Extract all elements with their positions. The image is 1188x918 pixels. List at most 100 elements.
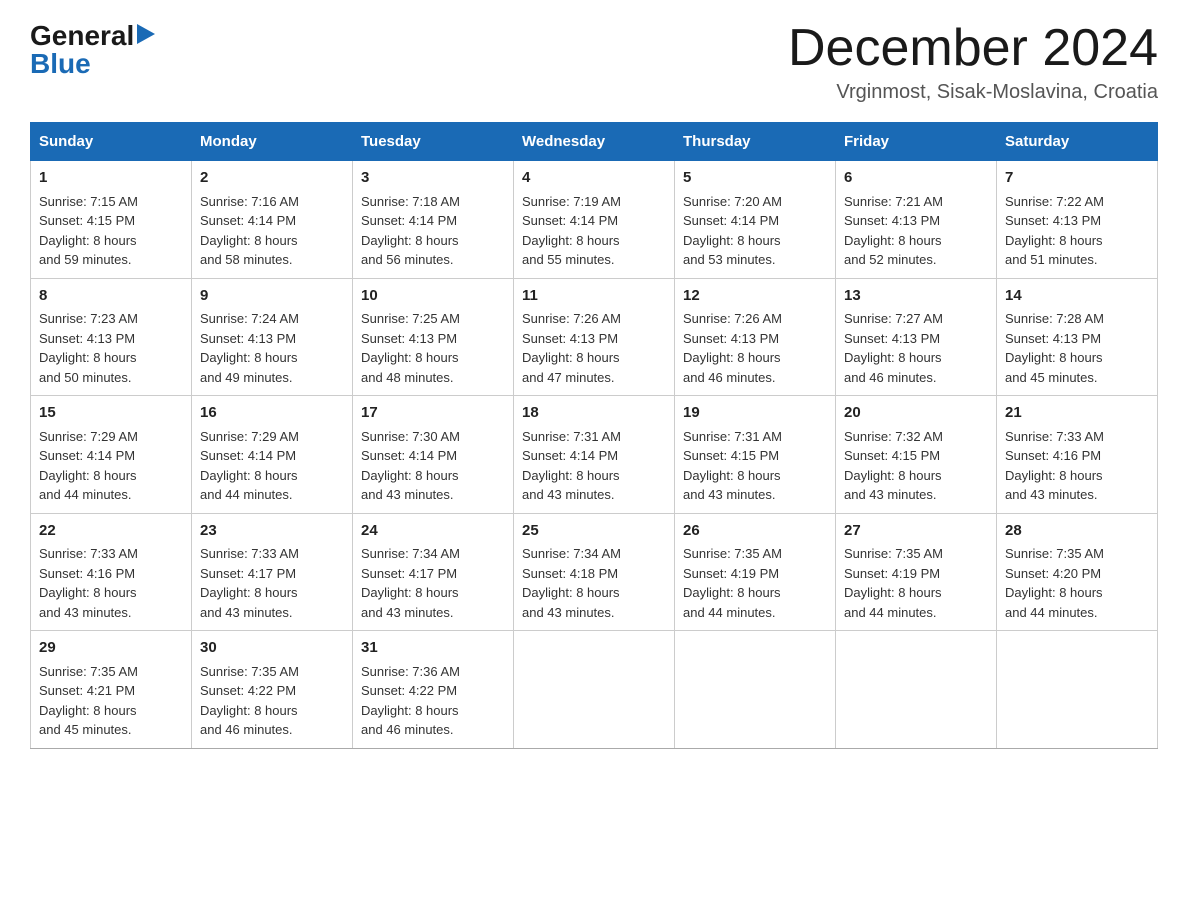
day-number: 30: [200, 637, 344, 660]
day-number: 7: [1005, 167, 1149, 190]
month-title: December 2024: [788, 20, 1158, 77]
day-info: Sunrise: 7:34 AMSunset: 4:17 PMDaylight:…: [361, 544, 505, 622]
day-info: Sunrise: 7:29 AMSunset: 4:14 PMDaylight:…: [200, 427, 344, 505]
logo: General Blue: [30, 20, 155, 80]
logo-blue-text: Blue: [30, 48, 91, 80]
day-number: 1: [39, 167, 183, 190]
day-cell: 14 Sunrise: 7:28 AMSunset: 4:13 PMDaylig…: [997, 278, 1158, 396]
day-info: Sunrise: 7:35 AMSunset: 4:20 PMDaylight:…: [1005, 544, 1149, 622]
day-cell: 17 Sunrise: 7:30 AMSunset: 4:14 PMDaylig…: [353, 396, 514, 514]
day-info: Sunrise: 7:35 AMSunset: 4:19 PMDaylight:…: [683, 544, 827, 622]
day-info: Sunrise: 7:25 AMSunset: 4:13 PMDaylight:…: [361, 309, 505, 387]
day-info: Sunrise: 7:21 AMSunset: 4:13 PMDaylight:…: [844, 192, 988, 270]
week-row-4: 22 Sunrise: 7:33 AMSunset: 4:16 PMDaylig…: [31, 513, 1158, 631]
day-cell: 30 Sunrise: 7:35 AMSunset: 4:22 PMDaylig…: [192, 631, 353, 749]
day-number: 15: [39, 402, 183, 425]
day-cell: 26 Sunrise: 7:35 AMSunset: 4:19 PMDaylig…: [675, 513, 836, 631]
day-cell: 19 Sunrise: 7:31 AMSunset: 4:15 PMDaylig…: [675, 396, 836, 514]
week-row-3: 15 Sunrise: 7:29 AMSunset: 4:14 PMDaylig…: [31, 396, 1158, 514]
day-number: 12: [683, 285, 827, 308]
day-cell: 25 Sunrise: 7:34 AMSunset: 4:18 PMDaylig…: [514, 513, 675, 631]
day-cell: [514, 631, 675, 749]
day-cell: 6 Sunrise: 7:21 AMSunset: 4:13 PMDayligh…: [836, 161, 997, 279]
column-header-friday: Friday: [836, 123, 997, 161]
week-row-2: 8 Sunrise: 7:23 AMSunset: 4:13 PMDayligh…: [31, 278, 1158, 396]
day-info: Sunrise: 7:16 AMSunset: 4:14 PMDaylight:…: [200, 192, 344, 270]
day-cell: 11 Sunrise: 7:26 AMSunset: 4:13 PMDaylig…: [514, 278, 675, 396]
day-cell: 16 Sunrise: 7:29 AMSunset: 4:14 PMDaylig…: [192, 396, 353, 514]
day-number: 24: [361, 520, 505, 543]
day-cell: 18 Sunrise: 7:31 AMSunset: 4:14 PMDaylig…: [514, 396, 675, 514]
day-info: Sunrise: 7:22 AMSunset: 4:13 PMDaylight:…: [1005, 192, 1149, 270]
day-cell: [836, 631, 997, 749]
day-cell: 2 Sunrise: 7:16 AMSunset: 4:14 PMDayligh…: [192, 161, 353, 279]
day-info: Sunrise: 7:31 AMSunset: 4:15 PMDaylight:…: [683, 427, 827, 505]
day-number: 14: [1005, 285, 1149, 308]
day-info: Sunrise: 7:24 AMSunset: 4:13 PMDaylight:…: [200, 309, 344, 387]
day-number: 3: [361, 167, 505, 190]
day-number: 10: [361, 285, 505, 308]
column-header-sunday: Sunday: [31, 123, 192, 161]
day-info: Sunrise: 7:26 AMSunset: 4:13 PMDaylight:…: [522, 309, 666, 387]
day-number: 4: [522, 167, 666, 190]
day-number: 13: [844, 285, 988, 308]
day-number: 31: [361, 637, 505, 660]
day-cell: 4 Sunrise: 7:19 AMSunset: 4:14 PMDayligh…: [514, 161, 675, 279]
day-cell: 31 Sunrise: 7:36 AMSunset: 4:22 PMDaylig…: [353, 631, 514, 749]
calendar-header-row: SundayMondayTuesdayWednesdayThursdayFrid…: [31, 123, 1158, 161]
day-info: Sunrise: 7:18 AMSunset: 4:14 PMDaylight:…: [361, 192, 505, 270]
logo-triangle-icon: [137, 24, 155, 49]
column-header-wednesday: Wednesday: [514, 123, 675, 161]
day-number: 9: [200, 285, 344, 308]
day-cell: 29 Sunrise: 7:35 AMSunset: 4:21 PMDaylig…: [31, 631, 192, 749]
day-info: Sunrise: 7:15 AMSunset: 4:15 PMDaylight:…: [39, 192, 183, 270]
day-cell: 20 Sunrise: 7:32 AMSunset: 4:15 PMDaylig…: [836, 396, 997, 514]
day-info: Sunrise: 7:33 AMSunset: 4:17 PMDaylight:…: [200, 544, 344, 622]
day-number: 18: [522, 402, 666, 425]
day-cell: 13 Sunrise: 7:27 AMSunset: 4:13 PMDaylig…: [836, 278, 997, 396]
day-number: 11: [522, 285, 666, 308]
day-cell: 27 Sunrise: 7:35 AMSunset: 4:19 PMDaylig…: [836, 513, 997, 631]
day-info: Sunrise: 7:20 AMSunset: 4:14 PMDaylight:…: [683, 192, 827, 270]
day-number: 20: [844, 402, 988, 425]
day-cell: 8 Sunrise: 7:23 AMSunset: 4:13 PMDayligh…: [31, 278, 192, 396]
day-number: 28: [1005, 520, 1149, 543]
day-info: Sunrise: 7:28 AMSunset: 4:13 PMDaylight:…: [1005, 309, 1149, 387]
day-cell: 21 Sunrise: 7:33 AMSunset: 4:16 PMDaylig…: [997, 396, 1158, 514]
day-number: 17: [361, 402, 505, 425]
day-info: Sunrise: 7:31 AMSunset: 4:14 PMDaylight:…: [522, 427, 666, 505]
day-number: 19: [683, 402, 827, 425]
page-header: General Blue December 2024 Vrginmost, Si…: [30, 20, 1158, 104]
day-cell: 23 Sunrise: 7:33 AMSunset: 4:17 PMDaylig…: [192, 513, 353, 631]
day-info: Sunrise: 7:27 AMSunset: 4:13 PMDaylight:…: [844, 309, 988, 387]
day-info: Sunrise: 7:32 AMSunset: 4:15 PMDaylight:…: [844, 427, 988, 505]
column-header-tuesday: Tuesday: [353, 123, 514, 161]
day-number: 16: [200, 402, 344, 425]
column-header-monday: Monday: [192, 123, 353, 161]
day-info: Sunrise: 7:26 AMSunset: 4:13 PMDaylight:…: [683, 309, 827, 387]
day-info: Sunrise: 7:19 AMSunset: 4:14 PMDaylight:…: [522, 192, 666, 270]
day-info: Sunrise: 7:23 AMSunset: 4:13 PMDaylight:…: [39, 309, 183, 387]
day-number: 5: [683, 167, 827, 190]
day-number: 29: [39, 637, 183, 660]
day-cell: 24 Sunrise: 7:34 AMSunset: 4:17 PMDaylig…: [353, 513, 514, 631]
day-cell: 22 Sunrise: 7:33 AMSunset: 4:16 PMDaylig…: [31, 513, 192, 631]
day-info: Sunrise: 7:30 AMSunset: 4:14 PMDaylight:…: [361, 427, 505, 505]
day-cell: 1 Sunrise: 7:15 AMSunset: 4:15 PMDayligh…: [31, 161, 192, 279]
day-cell: [997, 631, 1158, 749]
week-row-1: 1 Sunrise: 7:15 AMSunset: 4:15 PMDayligh…: [31, 161, 1158, 279]
day-info: Sunrise: 7:35 AMSunset: 4:21 PMDaylight:…: [39, 662, 183, 740]
day-cell: [675, 631, 836, 749]
day-number: 2: [200, 167, 344, 190]
day-cell: 10 Sunrise: 7:25 AMSunset: 4:13 PMDaylig…: [353, 278, 514, 396]
day-cell: 15 Sunrise: 7:29 AMSunset: 4:14 PMDaylig…: [31, 396, 192, 514]
day-info: Sunrise: 7:33 AMSunset: 4:16 PMDaylight:…: [1005, 427, 1149, 505]
day-cell: 9 Sunrise: 7:24 AMSunset: 4:13 PMDayligh…: [192, 278, 353, 396]
day-number: 23: [200, 520, 344, 543]
column-header-thursday: Thursday: [675, 123, 836, 161]
day-number: 22: [39, 520, 183, 543]
day-cell: 12 Sunrise: 7:26 AMSunset: 4:13 PMDaylig…: [675, 278, 836, 396]
day-cell: 5 Sunrise: 7:20 AMSunset: 4:14 PMDayligh…: [675, 161, 836, 279]
day-cell: 3 Sunrise: 7:18 AMSunset: 4:14 PMDayligh…: [353, 161, 514, 279]
day-info: Sunrise: 7:34 AMSunset: 4:18 PMDaylight:…: [522, 544, 666, 622]
